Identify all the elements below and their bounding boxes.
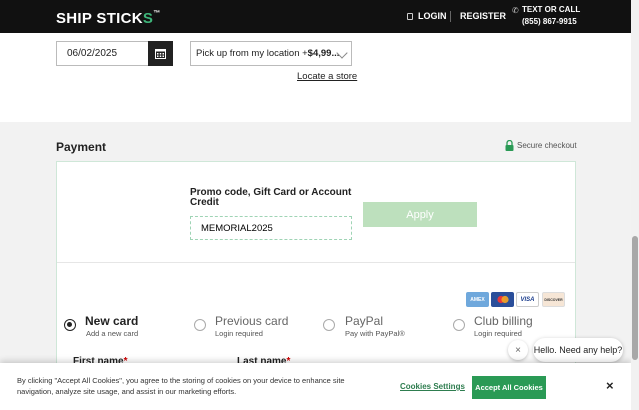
- pickup-method-select[interactable]: Pick up from my location +$4,99...: [190, 41, 352, 66]
- register-link[interactable]: REGISTER: [460, 11, 506, 21]
- option-paypal-sub: Pay with PayPal®: [345, 329, 405, 338]
- site-header: SHIP STICKS™ LOGIN REGISTER ✆ TEXT OR CA…: [0, 0, 631, 33]
- radio-club-billing[interactable]: [453, 319, 465, 331]
- contact-phone[interactable]: (855) 867-9915: [522, 17, 577, 26]
- cookie-close-icon[interactable]: ×: [606, 378, 614, 393]
- cookie-banner: By clicking "Accept All Cookies", you ag…: [0, 363, 631, 410]
- option-paypal-title[interactable]: PayPal: [345, 314, 383, 328]
- radio-previous-card[interactable]: [194, 319, 206, 331]
- pickup-date-input[interactable]: [56, 41, 149, 66]
- accept-cookies-button[interactable]: Accept All Cookies: [472, 376, 546, 399]
- lock-icon: [407, 12, 413, 20]
- radio-paypal[interactable]: [323, 319, 335, 331]
- secure-checkout: Secure checkout: [505, 140, 577, 151]
- option-new-card-sub: Add a new card: [86, 329, 139, 338]
- locate-store-link[interactable]: Locate a store: [297, 71, 357, 82]
- option-club-billing-title[interactable]: Club billing: [474, 314, 533, 328]
- promo-label: Promo code, Gift Card or Account Credit: [190, 187, 352, 208]
- payment-title: Payment: [56, 140, 107, 154]
- discover-icon: DISCOVER: [542, 292, 565, 307]
- visa-icon: VISA: [516, 292, 539, 307]
- option-new-card-title[interactable]: New card: [85, 314, 138, 328]
- mastercard-icon: [491, 292, 514, 307]
- lock-icon: [505, 140, 514, 151]
- option-previous-card-sub: Login required: [215, 329, 263, 338]
- cookie-text: By clicking "Accept All Cookies", you ag…: [17, 376, 345, 396]
- chat-bubble[interactable]: Hello. Need any help?: [533, 338, 623, 362]
- login-link[interactable]: LOGIN: [407, 11, 447, 21]
- option-previous-card-title[interactable]: Previous card: [215, 314, 288, 328]
- logo[interactable]: SHIP STICKS™: [56, 10, 161, 27]
- scrollbar-thumb[interactable]: [632, 236, 638, 360]
- contact-label: TEXT OR CALL: [522, 5, 581, 14]
- radio-new-card[interactable]: [64, 319, 76, 331]
- promo-code-input[interactable]: [190, 216, 352, 240]
- calendar-button[interactable]: [148, 41, 173, 66]
- cookies-settings-link[interactable]: Cookies Settings: [400, 382, 465, 391]
- calendar-icon: [155, 49, 166, 59]
- apply-button[interactable]: Apply: [363, 202, 477, 227]
- header-divider: [450, 11, 451, 22]
- chat-close-button[interactable]: ×: [508, 340, 528, 360]
- amex-icon: AMEX: [466, 292, 489, 307]
- option-club-billing-sub: Login required: [474, 329, 522, 338]
- section-divider: [57, 262, 575, 263]
- phone-icon: ✆: [512, 6, 519, 15]
